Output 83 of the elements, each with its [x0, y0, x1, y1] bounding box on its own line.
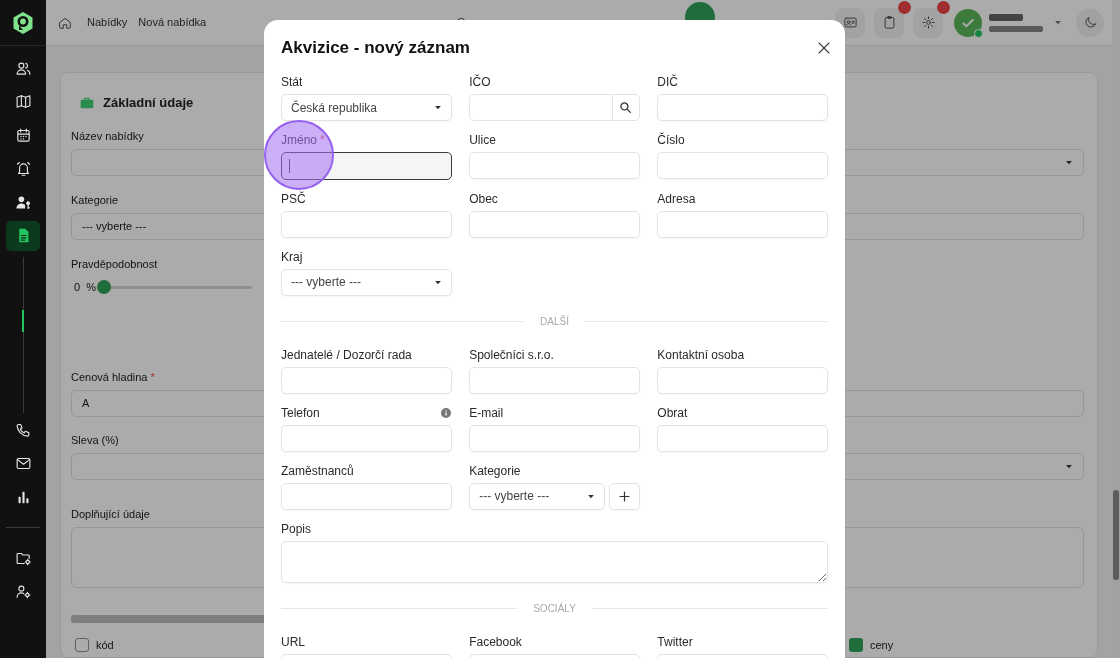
caret-down-icon [433, 279, 442, 285]
search-icon [619, 101, 633, 114]
close-icon [818, 42, 830, 54]
slider-thumb[interactable] [96, 280, 111, 294]
caret-down-icon[interactable] [1054, 20, 1062, 25]
text-placeholder-bar [989, 25, 1043, 32]
dropdown[interactable]: --- vyberte --- [281, 268, 452, 296]
section-divider-label: DALŠÍ [540, 314, 569, 329]
field-label: Popis [281, 520, 312, 537]
logo-icon[interactable] [12, 10, 34, 35]
field-label: Jednatelé / Dozorčí rada [281, 346, 412, 363]
field-label: Společníci s.r.o. [469, 346, 554, 363]
sun-icon [920, 15, 936, 30]
caret-down-icon [433, 105, 442, 110]
text-placeholder-bar [989, 13, 1023, 21]
field-label: Pravděpodobnost [71, 257, 158, 271]
field-label: Kategorie [469, 462, 521, 479]
clipboard-icon [881, 15, 897, 30]
checkbox-label: ceny [870, 638, 894, 653]
dropdown[interactable]: Česká republika [281, 94, 452, 121]
home-icon[interactable] [58, 15, 72, 30]
field-label: E-mail [469, 404, 504, 421]
add-button[interactable] [608, 482, 640, 510]
checkbox[interactable] [849, 638, 863, 653]
field-label: URL [281, 633, 305, 650]
breadcrumb-link[interactable]: Nabídky [87, 14, 128, 31]
field-label: Cenová hladina [71, 370, 148, 384]
section-title: Základní údaje [103, 94, 194, 113]
field-label: Kraj [281, 248, 303, 265]
theme-toggle-button[interactable] [1076, 8, 1104, 37]
field-label: Název nabídky [71, 129, 144, 143]
field-label: Kontaktní osoba [657, 346, 745, 363]
info-icon[interactable] [440, 407, 451, 418]
required-mark: * [150, 370, 155, 384]
slider-value: 0 [74, 279, 81, 295]
briefcase-icon [79, 95, 95, 111]
field-label: Kategorie [71, 193, 119, 207]
caret-down-icon [1065, 160, 1073, 165]
text-cursor [289, 158, 290, 173]
search-button[interactable] [612, 94, 640, 121]
user-key-icon [14, 193, 32, 211]
field-label: PSČ [281, 190, 306, 207]
field-label: Twitter [657, 633, 693, 650]
field-label: IČO [469, 74, 491, 90]
field-label: DIČ [657, 74, 678, 90]
field-label: Telefon [281, 404, 320, 421]
field-label: Zaměstnanců [281, 462, 354, 479]
avatar[interactable] [954, 8, 982, 37]
id-card-icon [842, 15, 858, 30]
breadcrumb-current: Nová nabídka [138, 15, 207, 31]
field-label: Stát [281, 74, 303, 90]
slider-unit: % [86, 279, 96, 295]
calendar-icon [14, 126, 32, 144]
plus-icon [618, 490, 630, 502]
sidebar-item[interactable] [6, 220, 40, 251]
field-label: Facebook [469, 633, 522, 650]
section-divider-label: SOCIÁLY [533, 601, 576, 616]
phone-icon [14, 421, 32, 439]
toolbar-button[interactable] [874, 7, 904, 38]
field-label: Obec [469, 190, 498, 207]
caret-down-icon [1065, 464, 1073, 469]
field-label: Doplňující údaje [71, 507, 150, 521]
toolbar-button[interactable] [913, 7, 943, 38]
field-label: Jméno [281, 132, 318, 148]
field-label: Číslo [657, 132, 685, 148]
field-label: Obrat [657, 404, 688, 421]
dialog-title: Akvizice - nový záznam [281, 37, 470, 59]
user-settings-icon [14, 583, 32, 600]
alarm-bell-icon [14, 160, 32, 177]
text-field[interactable] [281, 151, 452, 180]
field-label: Adresa [657, 190, 696, 207]
scrollbar-thumb[interactable] [1113, 490, 1119, 580]
field-label: Sleva (%) [71, 433, 119, 447]
field-label: Ulice [469, 132, 496, 148]
checkbox-label: kód [96, 638, 114, 653]
map-icon [14, 93, 32, 110]
caret-down-icon [586, 493, 595, 499]
checkbox[interactable] [75, 638, 89, 653]
required-mark: * [320, 132, 325, 148]
dropdown[interactable]: --- vyberte --- [469, 482, 605, 510]
mail-icon [14, 455, 32, 472]
active-indicator [22, 310, 24, 332]
moon-icon [1082, 15, 1098, 30]
